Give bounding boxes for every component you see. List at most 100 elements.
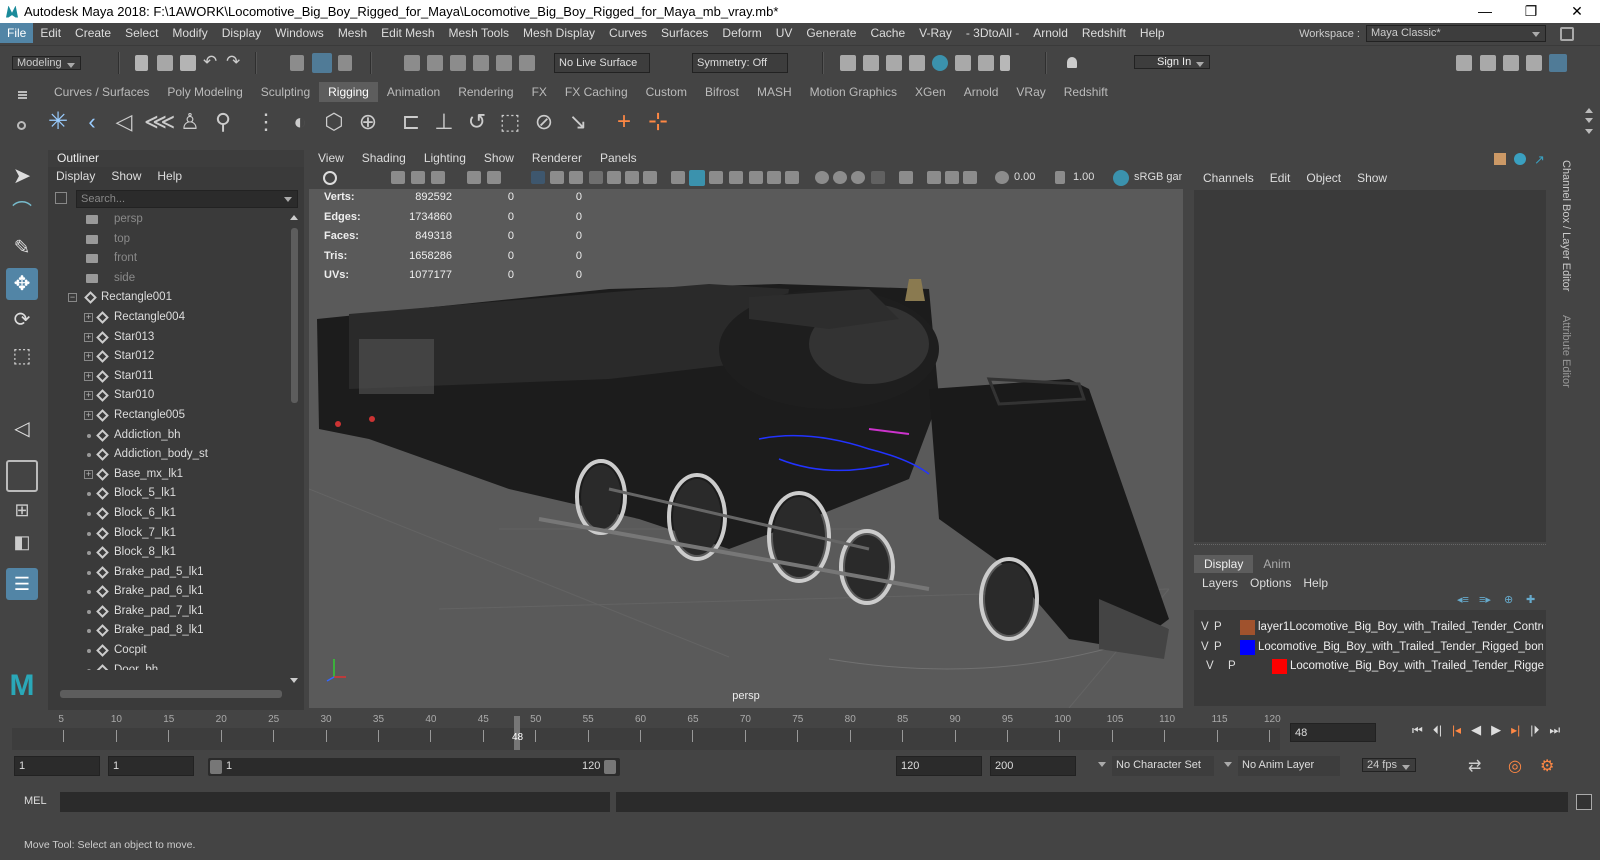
menu-redshift[interactable]: Redshift <box>1075 23 1133 43</box>
layer-color-swatch[interactable] <box>1272 659 1287 674</box>
persp-outliner-layout-icon[interactable]: ◧ <box>6 528 38 556</box>
menuset-dropdown[interactable]: Modeling <box>12 56 81 70</box>
hik-icon[interactable] <box>1480 55 1496 71</box>
channel-box-menu-show[interactable]: Show <box>1349 170 1395 187</box>
smooth-shade-icon[interactable] <box>689 170 705 186</box>
ik-spline-icon[interactable]: ◁ <box>111 109 137 135</box>
menu-file[interactable]: File <box>0 23 34 43</box>
field-chart-icon[interactable] <box>607 171 621 184</box>
outliner-item[interactable]: Block_5_lk1 <box>48 484 288 504</box>
select-object-icon[interactable] <box>312 53 332 73</box>
snap-live-icon[interactable] <box>496 55 512 71</box>
wireframe-icon[interactable] <box>671 171 685 184</box>
shelf-tab-animation[interactable]: Animation <box>378 82 449 102</box>
workspace-dropdown[interactable]: Maya Classic* <box>1366 25 1546 42</box>
two-d-pan-icon[interactable] <box>467 171 481 184</box>
pole-vector-icon[interactable]: ↘ <box>565 109 591 135</box>
expand-icon[interactable]: − <box>68 293 77 303</box>
snap-point-icon[interactable] <box>450 55 466 71</box>
render-settings-icon[interactable] <box>840 55 856 71</box>
menu-v-ray[interactable]: V-Ray <box>912 23 959 43</box>
move-tool-icon[interactable]: ✥ <box>6 268 38 300</box>
shelf-menu-icon[interactable] <box>18 91 27 93</box>
outliner-item[interactable]: Addiction_body_st <box>48 445 288 465</box>
new-scene-icon[interactable] <box>135 55 148 71</box>
menu-surfaces[interactable]: Surfaces <box>654 23 715 43</box>
loop-icon[interactable]: ⇄ <box>1468 756 1481 776</box>
shelf-tab-mash[interactable]: MASH <box>748 82 801 102</box>
outliner-item[interactable]: top <box>48 230 288 250</box>
ik-handle-icon[interactable]: ‹ <box>79 109 105 135</box>
expand-icon[interactable]: + <box>84 469 93 479</box>
menu-mesh[interactable]: Mesh <box>331 23 374 43</box>
playback-start-field[interactable]: 1 <box>108 756 194 776</box>
select-component-icon[interactable] <box>338 55 352 71</box>
scale-constraint-icon[interactable]: ⬚ <box>497 109 523 135</box>
render-view-icon[interactable] <box>863 55 879 71</box>
channel-box-menu-object[interactable]: Object <box>1298 170 1349 187</box>
gamma-field[interactable]: 1.00 <box>1073 171 1107 183</box>
snap-view-plane-icon[interactable] <box>473 55 489 71</box>
shelf-tab-rigging[interactable]: Rigging <box>319 82 378 102</box>
play-backward-icon[interactable]: ◀ <box>1471 722 1481 738</box>
locator-constrain-icon[interactable]: ⊹ <box>645 109 671 135</box>
step-forward-key-icon[interactable]: ▸| <box>1511 723 1520 737</box>
animation-prefs-icon[interactable]: ⚙ <box>1540 756 1554 776</box>
outliner-filter-icon[interactable] <box>55 192 67 204</box>
shadows-icon[interactable] <box>785 171 799 184</box>
outliner-item[interactable]: Cocpit <box>48 641 288 661</box>
outliner-scroll-up-icon[interactable] <box>290 211 298 220</box>
layer-menu-options[interactable]: Options <box>1244 574 1297 592</box>
viewport-persp[interactable]: View Shading Lighting Show Renderer Panels 0.… <box>309 150 1183 708</box>
paint-select-tool-icon[interactable]: ✎ <box>6 232 38 264</box>
channel-box-toggle-icon[interactable] <box>1549 54 1567 72</box>
search-dropdown-icon[interactable] <box>284 197 292 206</box>
shelf-tab-custom[interactable]: Custom <box>637 82 696 102</box>
menu-select[interactable]: Select <box>118 23 165 43</box>
menu-3dtoall[interactable]: - 3DtoAll - <box>959 23 1026 43</box>
script-editor-icon[interactable] <box>1576 794 1592 810</box>
bind-skin-icon[interactable]: ⋮ <box>253 109 279 135</box>
new-layer-icon[interactable]: ✚ <box>1526 593 1535 606</box>
shelf-tab-fx[interactable]: FX <box>523 82 556 102</box>
render-current-icon[interactable] <box>886 55 902 71</box>
image-plane-icon[interactable] <box>431 171 445 184</box>
anim-layer-icon[interactable] <box>1224 762 1232 771</box>
select-tool-icon[interactable]: ➤ <box>6 160 38 192</box>
shelf-settings-icon[interactable] <box>17 121 26 130</box>
fps-dropdown[interactable]: 24 fps <box>1362 758 1416 772</box>
outliner-item[interactable]: Block_6_lk1 <box>48 504 288 524</box>
point-constraint-icon[interactable]: ⊥ <box>431 109 457 135</box>
scene-start-field[interactable]: 1 <box>14 756 100 776</box>
scale-tool-icon[interactable]: ⬚ <box>6 340 38 372</box>
outliner-menu-show[interactable]: Show <box>103 167 149 185</box>
playback-end-field[interactable]: 120 <box>896 756 982 776</box>
channel-box-menu-edit[interactable]: Edit <box>1262 170 1299 187</box>
select-camera-icon[interactable] <box>323 171 337 185</box>
shelf-scroll-down-icon[interactable] <box>1585 129 1593 138</box>
outliner-item[interactable]: Block_8_lk1 <box>48 543 288 563</box>
backface-culling-icon[interactable] <box>963 171 977 184</box>
film-gate-icon[interactable] <box>550 171 564 184</box>
outliner-item[interactable]: − Rectangle001 <box>48 288 288 308</box>
gamma-icon[interactable] <box>1055 171 1065 184</box>
layer-color-swatch[interactable] <box>1240 639 1255 655</box>
shelf-menu-down-icon[interactable] <box>1585 118 1593 127</box>
render-setup-icon[interactable] <box>955 55 971 71</box>
last-tool-icon[interactable]: ◁ <box>6 413 38 445</box>
hypershade-icon[interactable] <box>932 55 948 71</box>
menu-help[interactable]: Help <box>1133 23 1172 43</box>
layer-visibility-toggle[interactable]: V <box>1206 657 1214 676</box>
parent-constraint-icon[interactable]: ⊏ <box>398 109 424 135</box>
expand-icon[interactable]: + <box>84 312 93 322</box>
xray-icon[interactable] <box>749 171 763 184</box>
shelf-scroll-up-icon[interactable] <box>1585 104 1593 113</box>
save-scene-icon[interactable] <box>180 55 196 71</box>
menu-modify[interactable]: Modify <box>165 23 214 43</box>
exposure-field[interactable]: 0.00 <box>1014 171 1048 183</box>
motion-blur-icon[interactable] <box>833 171 847 184</box>
command-language-label[interactable]: MEL <box>24 795 47 807</box>
outliner-item[interactable]: Brake_pad_6_lk1 <box>48 582 288 602</box>
attribute-editor-toggle-icon[interactable] <box>1503 55 1519 71</box>
layer-visibility-toggle[interactable]: V <box>1201 618 1209 637</box>
